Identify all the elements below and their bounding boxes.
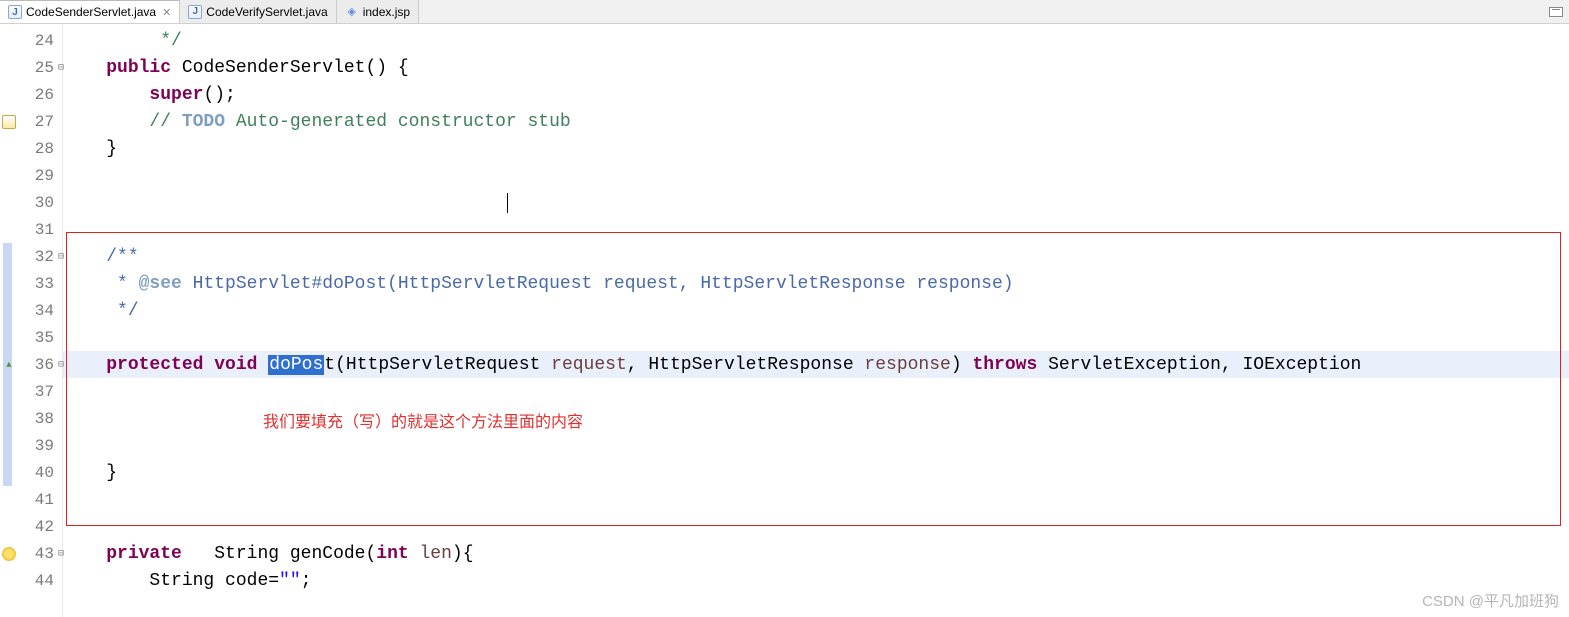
line-number[interactable]: 35 [0,324,62,351]
line-number[interactable]: 27 [0,108,62,135]
code-line: */ [63,297,1569,324]
override-icon[interactable]: ▲ [2,358,16,372]
tab-codeverifyservlet[interactable]: J CodeVerifyServlet.java [180,0,336,23]
code-line [63,378,1569,405]
line-number[interactable]: 43⊟ [0,540,62,567]
code-line [63,324,1569,351]
line-number[interactable]: 32⊟ [0,243,62,270]
tab-indexjsp[interactable]: ◈ index.jsp [337,0,419,23]
line-number[interactable]: 44 [0,567,62,594]
line-number[interactable]: 40 [0,459,62,486]
line-number[interactable]: 37 [0,378,62,405]
warning-icon[interactable] [2,547,16,561]
tab-label: CodeVerifyServlet.java [206,5,327,19]
quickfix-icon[interactable] [2,115,16,129]
close-icon[interactable]: ✕ [162,6,171,19]
line-number[interactable]: 33 [0,270,62,297]
code-line: public CodeSenderServlet() { [63,54,1569,81]
code-line [63,432,1569,459]
code-line: // TODO Auto-generated constructor stub [63,108,1569,135]
code-line: String code=""; [63,567,1569,594]
line-number-gutter[interactable]: 2425⊟26272829303132⊟33343536⊟▲3738394041… [0,24,63,617]
line-number[interactable]: 31 [0,216,62,243]
tab-codesenderservlet[interactable]: J CodeSenderServlet.java ✕ [0,0,180,23]
code-line: } [63,459,1569,486]
code-line: protected void doPost(HttpServletRequest… [63,351,1569,378]
code-line [63,486,1569,513]
editor-header-controls [1549,7,1569,17]
line-number[interactable]: 36⊟▲ [0,351,62,378]
code-line: * @see HttpServlet#doPost(HttpServletReq… [63,270,1569,297]
line-number[interactable]: 39 [0,432,62,459]
tab-label: CodeSenderServlet.java [26,5,156,19]
line-number[interactable]: 41 [0,486,62,513]
line-number[interactable]: 26 [0,81,62,108]
code-line: /** [63,243,1569,270]
text-caret [507,193,508,213]
line-number[interactable]: 28 [0,135,62,162]
line-number[interactable]: 34 [0,297,62,324]
code-line [63,513,1569,540]
line-number[interactable]: 24 [0,27,62,54]
code-line: private String genCode(int len){ [63,540,1569,567]
editor-area: 2425⊟26272829303132⊟33343536⊟▲3738394041… [0,24,1569,617]
line-number[interactable]: 42 [0,513,62,540]
minimize-icon[interactable] [1549,7,1563,17]
jsp-file-icon: ◈ [345,5,359,19]
fold-toggle-icon[interactable]: ⊟ [58,251,64,263]
line-number[interactable]: 38 [0,405,62,432]
code-line [63,189,1569,216]
fold-toggle-icon[interactable]: ⊟ [58,548,64,560]
annotation-text: 我们要填充（写）的就是这个方法里面的内容 [263,408,583,432]
java-file-icon: J [188,5,202,19]
line-number[interactable]: 29 [0,162,62,189]
fold-toggle-icon[interactable]: ⊟ [58,359,64,371]
code-line [63,216,1569,243]
code-line: } [63,135,1569,162]
tab-label: index.jsp [363,5,410,19]
fold-toggle-icon[interactable]: ⊟ [58,62,64,74]
code-line: */ [63,27,1569,54]
line-number[interactable]: 30 [0,189,62,216]
selected-text: doPos [268,355,324,375]
java-file-icon: J [8,5,22,19]
line-number[interactable]: 25⊟ [0,54,62,81]
code-text-area[interactable]: */ public CodeSenderServlet() { super();… [63,24,1569,617]
editor-tab-bar: J CodeSenderServlet.java ✕ J CodeVerifyS… [0,0,1569,24]
code-line [63,162,1569,189]
code-line: super(); [63,81,1569,108]
